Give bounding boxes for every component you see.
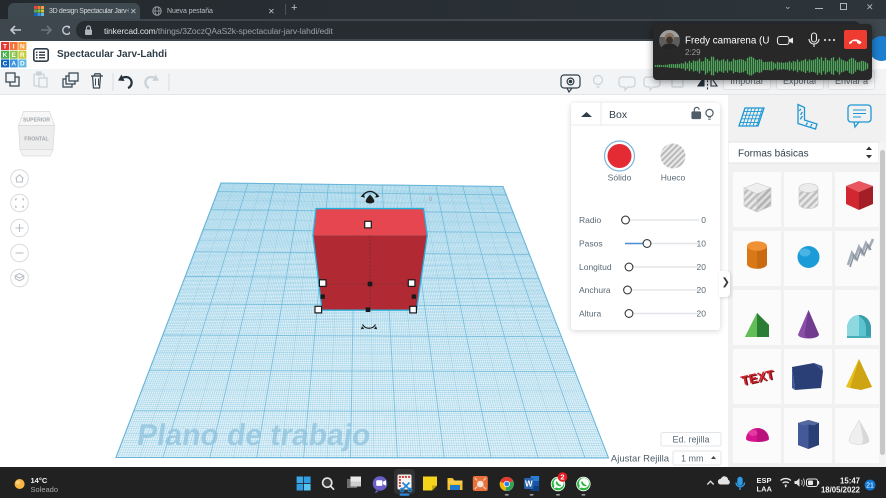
svg-text:FRONTAL: FRONTAL (24, 137, 49, 143)
svg-text:Sólido: Sólido (608, 173, 632, 183)
svg-text:21: 21 (866, 483, 874, 490)
svg-text:2: 2 (560, 473, 564, 482)
svg-text:A: A (11, 61, 16, 68)
svg-text:E: E (12, 52, 17, 59)
svg-text:W: W (525, 479, 533, 488)
svg-text:Radio: Radio (579, 215, 601, 225)
svg-text:15:47: 15:47 (840, 477, 860, 486)
svg-text:I: I (13, 43, 15, 50)
svg-text:2:29: 2:29 (685, 48, 701, 57)
svg-text:Anchura: Anchura (579, 285, 611, 295)
svg-text:Fredy camarena (U: Fredy camarena (U (685, 36, 769, 47)
svg-text:1 mm: 1 mm (681, 454, 704, 464)
svg-text:Hueco: Hueco (661, 173, 686, 183)
svg-text:14°C: 14°C (31, 476, 48, 485)
svg-text:D: D (20, 61, 25, 68)
svg-text:Altura: Altura (579, 309, 601, 319)
svg-text:T: T (3, 43, 7, 50)
svg-text:Box: Box (609, 109, 628, 121)
svg-text:K: K (3, 52, 8, 59)
svg-text:0: 0 (701, 215, 706, 225)
svg-text:Ajustar Rejilla: Ajustar Rejilla (611, 454, 670, 465)
svg-text:18/05/2022: 18/05/2022 (821, 486, 861, 495)
svg-text:Ed. rejilla: Ed. rejilla (672, 434, 709, 444)
svg-text:Soleado: Soleado (31, 485, 59, 494)
svg-text:Longitud: Longitud (579, 262, 612, 272)
svg-text:C: C (3, 61, 8, 68)
svg-text:0: 0 (429, 197, 433, 203)
svg-text:Pasos: Pasos (579, 239, 603, 249)
svg-text:Formas básicas: Formas básicas (738, 149, 809, 160)
svg-text:N: N (20, 43, 25, 50)
svg-text:LAA: LAA (757, 485, 773, 494)
svg-text:R: R (20, 52, 25, 59)
svg-text:SUPERIOR: SUPERIOR (23, 118, 50, 124)
